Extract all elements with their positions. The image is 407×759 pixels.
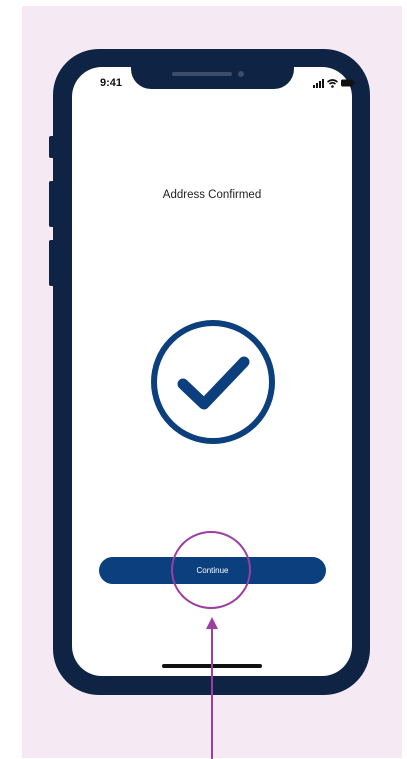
wifi-icon xyxy=(327,78,338,88)
phone-notch xyxy=(131,49,294,89)
checkmark-circle-icon xyxy=(151,320,275,444)
annotation-highlight-circle xyxy=(171,531,251,609)
page-title: Address Confirmed xyxy=(162,189,262,201)
speaker-grille xyxy=(172,72,232,76)
annotation-arrow-head xyxy=(206,617,218,629)
annotation-arrow-line xyxy=(211,625,213,759)
signal-icon xyxy=(313,78,324,88)
battery-icon xyxy=(341,79,355,87)
front-camera xyxy=(238,71,244,77)
status-icons xyxy=(313,77,355,89)
status-time: 9:41 xyxy=(100,77,123,89)
